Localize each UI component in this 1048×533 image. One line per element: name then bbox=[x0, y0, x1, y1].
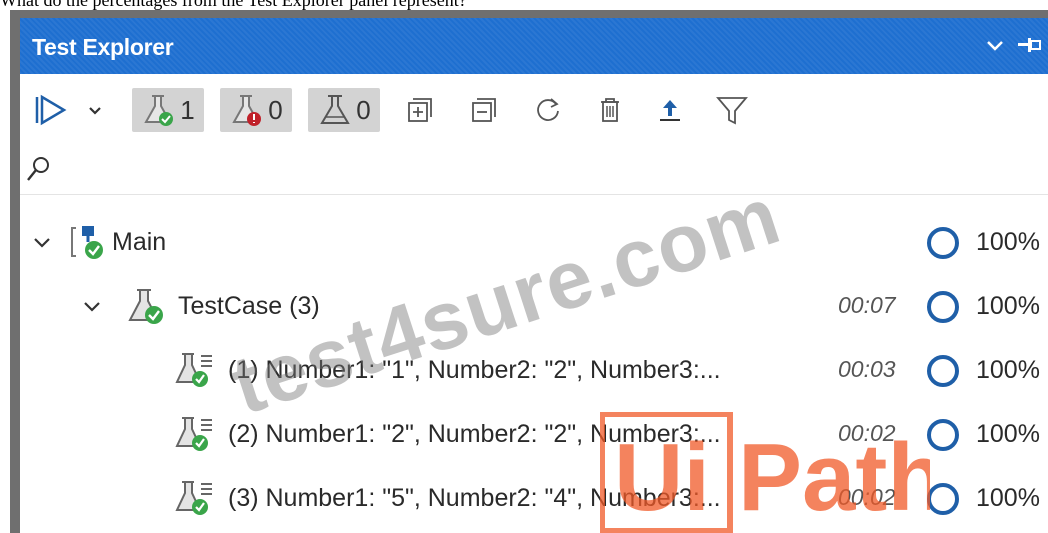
tree-label: Main bbox=[112, 228, 167, 256]
duration: 00:07 bbox=[838, 292, 896, 318]
data-driven-test-icon bbox=[175, 417, 212, 451]
coverage-percent: 100% bbox=[976, 484, 1040, 512]
coverage-percent: 100% bbox=[976, 420, 1040, 448]
chevron-down-icon[interactable] bbox=[30, 230, 54, 254]
run-dropdown-button[interactable] bbox=[82, 88, 108, 132]
question-text: What do the percentages from the Test Ex… bbox=[0, 0, 467, 10]
filter-passed-button[interactable]: 1 bbox=[132, 88, 204, 132]
duration: 00:03 bbox=[838, 356, 896, 382]
coverage-percent: 100% bbox=[976, 292, 1040, 320]
chevron-down-icon[interactable] bbox=[80, 294, 104, 318]
coverage-ring-icon bbox=[927, 419, 959, 451]
expand-all-icon bbox=[408, 98, 432, 122]
trash-icon bbox=[601, 98, 619, 122]
delete-button[interactable] bbox=[592, 88, 628, 132]
coverage-ring-icon bbox=[927, 227, 959, 259]
data-driven-test-icon bbox=[175, 353, 212, 387]
toolbar: 1 0 0 bbox=[20, 82, 1048, 138]
test-set-icon bbox=[71, 226, 103, 259]
collapse-all-icon bbox=[472, 98, 496, 122]
filter-not-run-button[interactable]: 0 bbox=[308, 88, 380, 132]
filter-failed-button[interactable]: 0 bbox=[220, 88, 292, 132]
run-icon bbox=[35, 94, 67, 126]
flask-passed-icon bbox=[144, 95, 174, 126]
flask-icon bbox=[320, 95, 351, 124]
flask-passed-icon bbox=[128, 289, 163, 324]
panel-title: Test Explorer bbox=[32, 34, 174, 60]
run-tests-button[interactable] bbox=[32, 88, 76, 132]
expand-all-button[interactable] bbox=[402, 88, 438, 132]
refresh-button[interactable] bbox=[530, 88, 566, 132]
filter-button[interactable] bbox=[712, 88, 752, 132]
panel-title-bar: Test Explorer bbox=[20, 18, 1048, 74]
tree-label: TestCase (3) bbox=[178, 292, 320, 320]
collapse-all-button[interactable] bbox=[466, 88, 502, 132]
chevron-down-icon bbox=[89, 107, 101, 115]
funnel-icon bbox=[716, 97, 748, 125]
coverage-ring-icon bbox=[927, 355, 959, 387]
search-icon bbox=[27, 157, 49, 181]
export-button[interactable] bbox=[652, 88, 688, 132]
coverage-percent: 100% bbox=[976, 228, 1040, 256]
tree-row-item[interactable]: (1) Number1: "1", Number2: "2", Number3:… bbox=[20, 344, 1048, 398]
coverage-ring-icon bbox=[927, 483, 959, 515]
failed-count: 0 bbox=[268, 94, 283, 125]
data-driven-test-icon bbox=[175, 481, 212, 515]
coverage-percent: 100% bbox=[976, 356, 1040, 384]
coverage-ring-icon bbox=[927, 291, 959, 323]
chevron-down-icon[interactable] bbox=[982, 32, 1008, 58]
flask-failed-icon bbox=[232, 95, 262, 126]
uipath-logo-watermark: Ui Path bbox=[600, 412, 930, 533]
svg-text:Path: Path bbox=[738, 424, 930, 531]
upload-icon bbox=[660, 100, 680, 121]
refresh-icon bbox=[537, 98, 559, 121]
not-run-count: 0 bbox=[356, 94, 371, 125]
passed-count: 1 bbox=[180, 94, 195, 125]
search-bar[interactable] bbox=[20, 144, 1048, 195]
svg-text:Ui: Ui bbox=[614, 424, 710, 531]
pin-icon[interactable] bbox=[1016, 35, 1042, 55]
